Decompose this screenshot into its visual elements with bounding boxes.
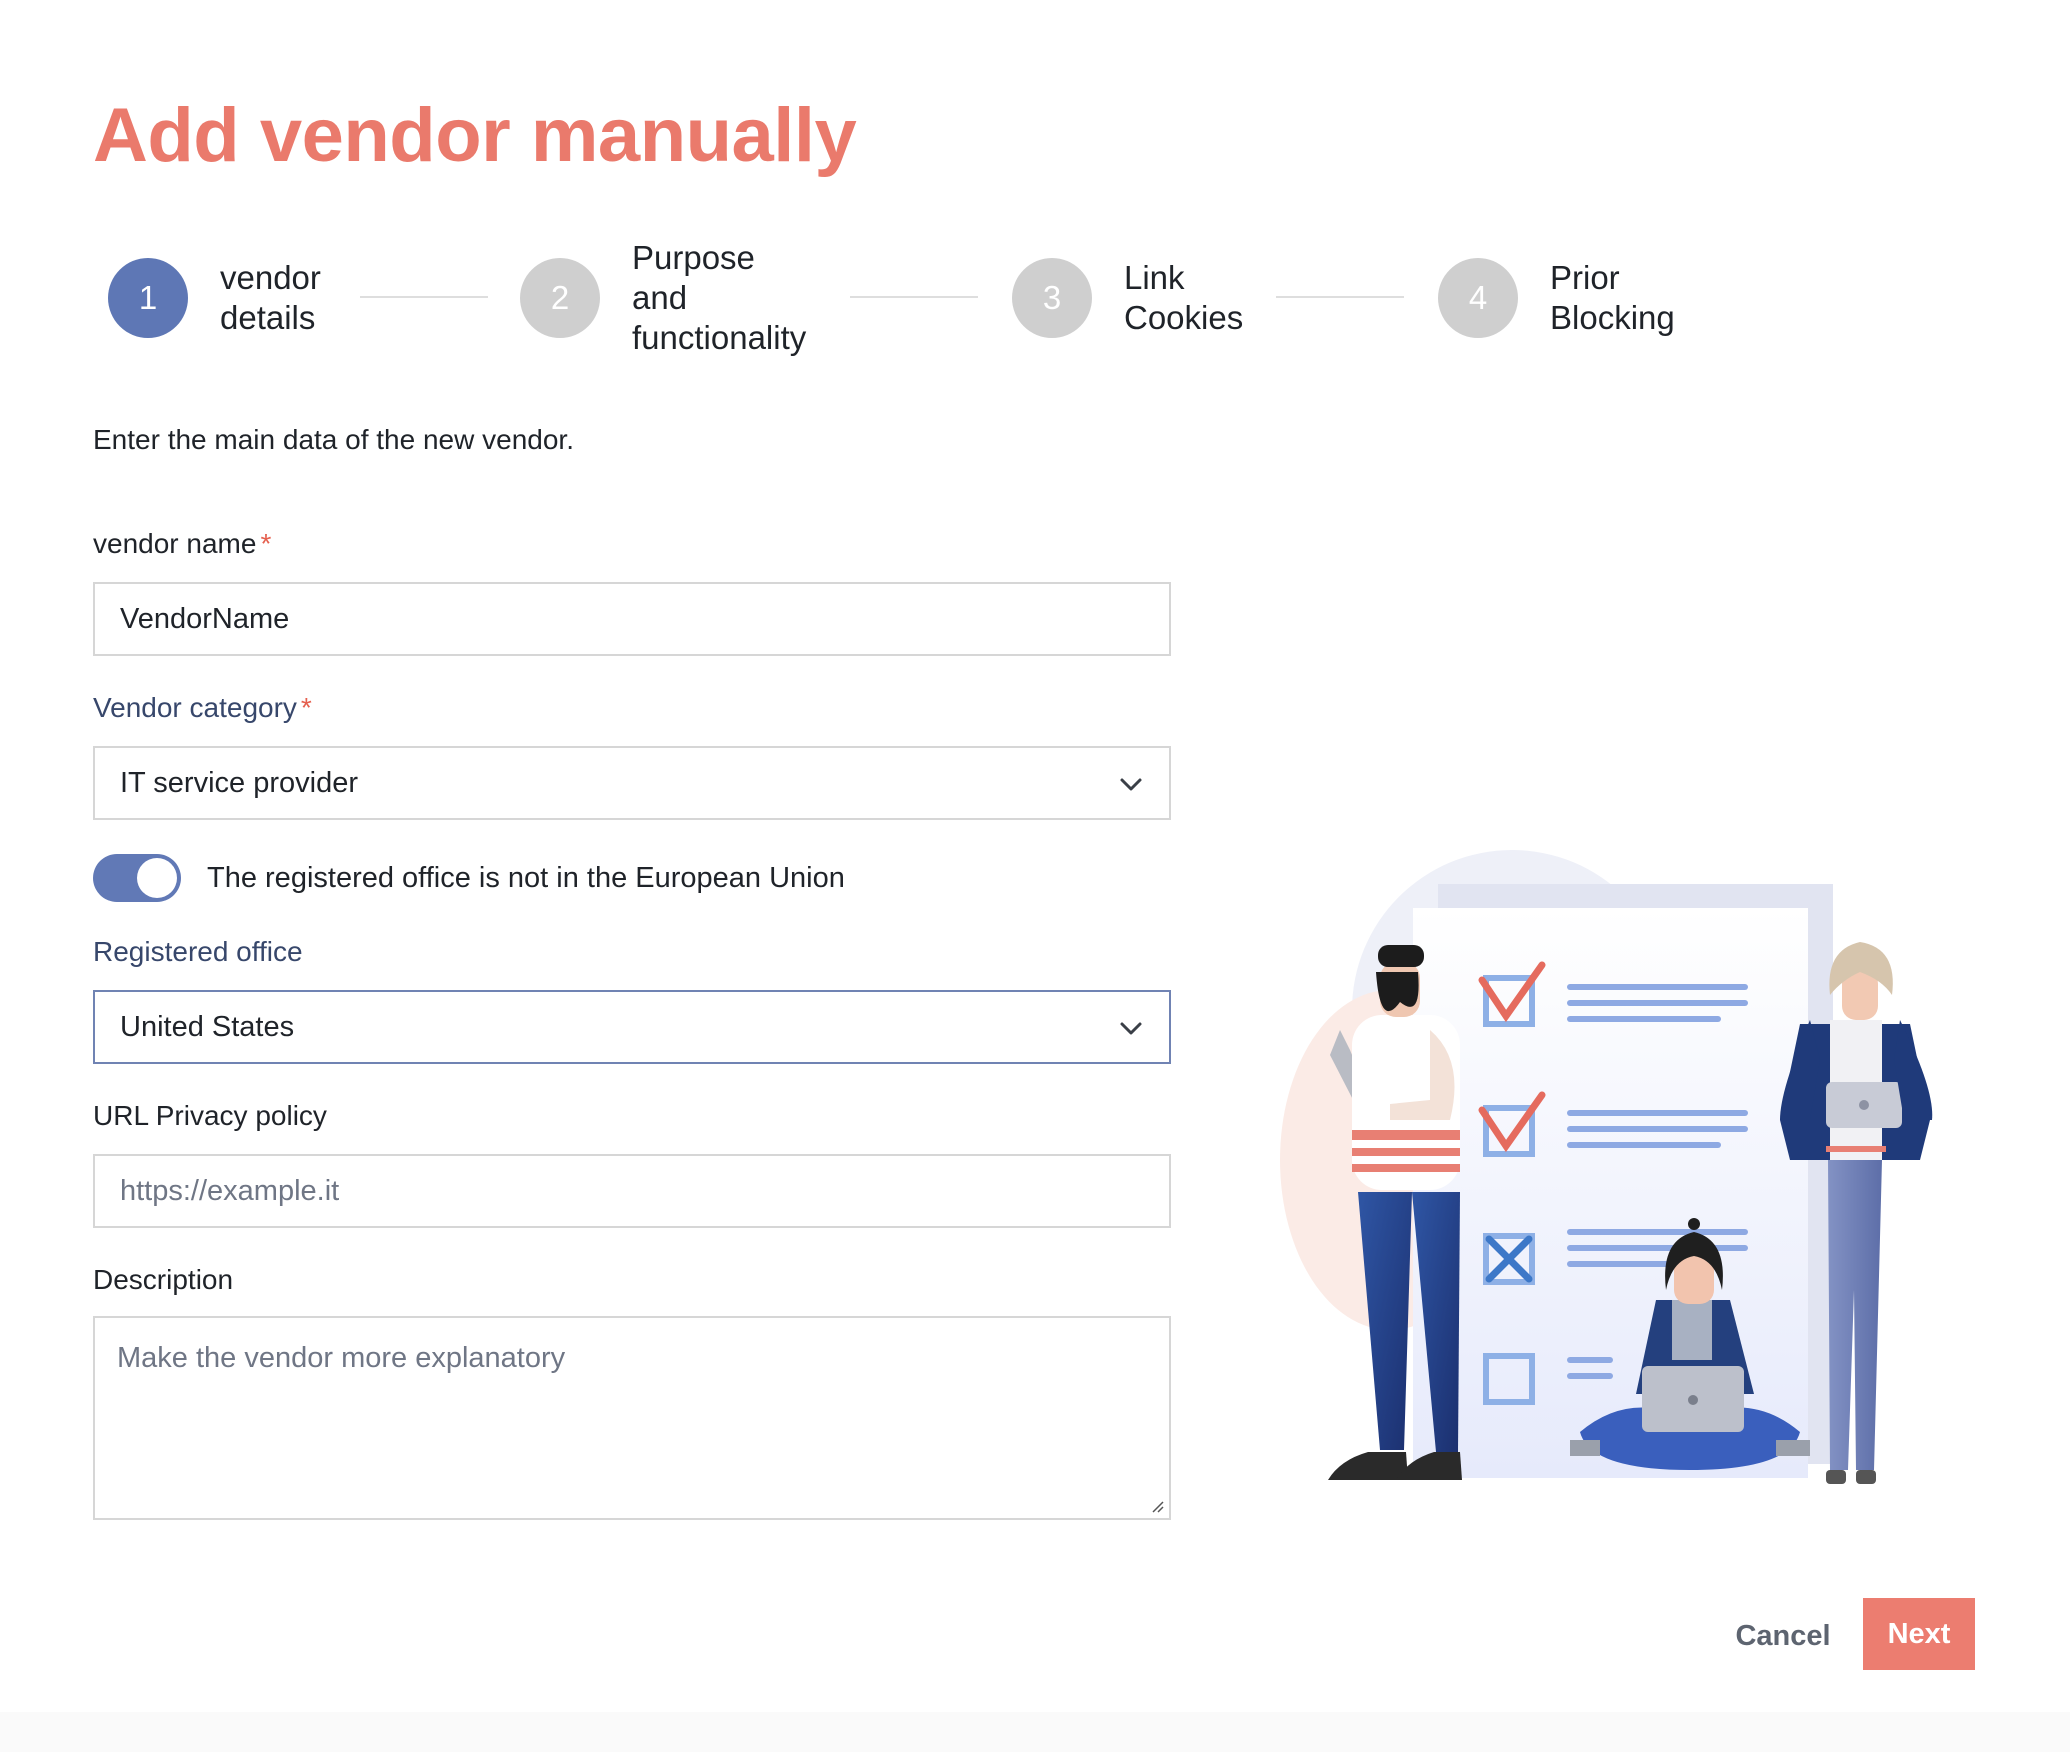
chevron-down-icon — [1120, 1022, 1142, 1035]
description-textarea[interactable]: Make the vendor more explanatory — [93, 1316, 1171, 1520]
eu-toggle-row: The registered office is not in the Euro… — [93, 853, 845, 903]
intro-text: Enter the main data of the new vendor. — [93, 424, 574, 455]
cancel-button[interactable]: Cancel — [1718, 1600, 1848, 1672]
registered-office-select[interactable]: United States — [93, 990, 1171, 1064]
registered-office-label: Registered office — [93, 936, 303, 967]
wizard-stepper: 1 vendor details 2 Purpose and functiona… — [108, 238, 1808, 358]
step-purpose[interactable]: 2 Purpose and functionality — [520, 238, 806, 358]
vendor-checklist-illustration — [1280, 850, 1933, 1484]
step-link-cookies[interactable]: 3 Link Cookies — [1012, 238, 1243, 358]
description-label: Description — [93, 1264, 234, 1295]
step-vendor-details[interactable]: 1 vendor details — [108, 238, 321, 358]
vendor-category-label: Vendor category * — [93, 692, 312, 723]
vendor-category-select[interactable]: IT service provider — [93, 746, 1171, 820]
add-vendor-page: Add vendor manually 1 vendor details 2 P… — [0, 0, 2070, 1752]
step-label-link-cookies: Link Cookies — [1124, 259, 1244, 336]
privacy-url-label: URL Privacy policy — [93, 1100, 327, 1131]
step-label-vendor-details: vendor details — [220, 259, 321, 336]
step-number-1: 1 — [108, 258, 188, 338]
toggle-knob — [137, 858, 177, 898]
step-number-2: 2 — [520, 258, 600, 338]
vendor-name-label: vendor name * — [93, 528, 272, 559]
vendor-name-input[interactable]: VendorName — [93, 582, 1171, 656]
step-number-4: 4 — [1438, 258, 1518, 338]
required-mark: * — [300, 692, 312, 723]
eu-toggle-switch[interactable] — [93, 854, 181, 902]
step-connector — [360, 296, 488, 298]
page-title: Add vendor manually — [93, 93, 857, 178]
footer-band — [0, 1712, 2070, 1752]
next-button[interactable]: Next — [1863, 1598, 1975, 1670]
required-mark: * — [260, 528, 272, 559]
eu-toggle-label: The registered office is not in the Euro… — [207, 861, 845, 894]
step-label-purpose: Purpose and functionality — [632, 239, 807, 356]
step-connector — [1276, 296, 1404, 298]
step-label-prior-blocking: Prior Blocking — [1550, 259, 1675, 336]
resize-handle-icon[interactable] — [1149, 1498, 1165, 1514]
step-prior-blocking[interactable]: 4 Prior Blocking — [1438, 238, 1675, 358]
privacy-url-input[interactable]: https://example.it — [93, 1154, 1171, 1228]
chevron-down-icon — [1120, 778, 1142, 791]
step-connector — [850, 296, 978, 298]
step-number-3: 3 — [1012, 258, 1092, 338]
